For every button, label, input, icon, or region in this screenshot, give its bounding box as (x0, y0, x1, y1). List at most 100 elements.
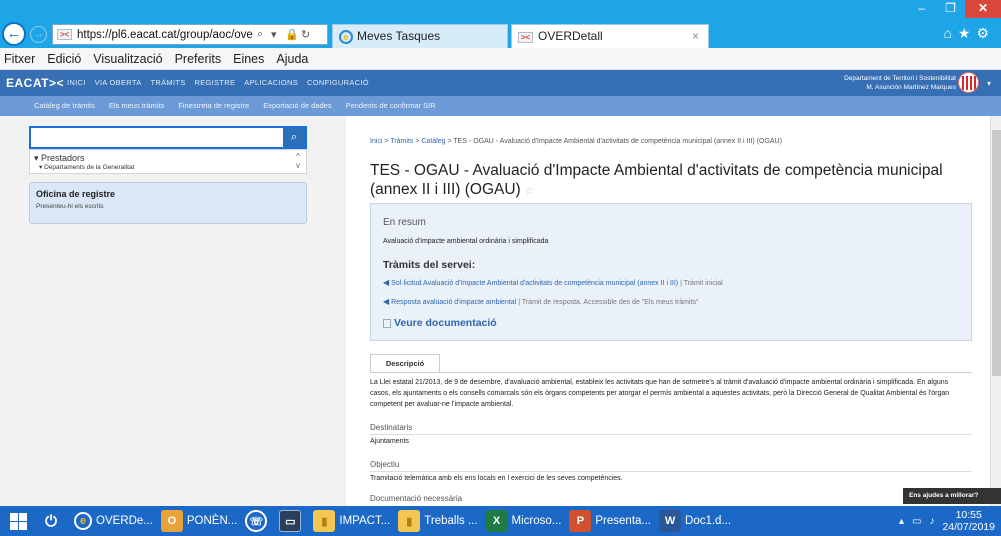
site-favicon: >< (518, 32, 533, 43)
forward-button[interactable]: → (30, 26, 47, 43)
dropdown-icon[interactable]: ▾ (271, 28, 277, 41)
clock[interactable]: 10:55 24/07/2019 (942, 509, 995, 533)
lock-icon[interactable]: 🔒 (285, 28, 299, 41)
menu-bar: Fitxer Edició Visualització Preferits Ei… (0, 48, 1001, 70)
taskbar-ponen[interactable]: O PONÈN... (157, 506, 241, 536)
power-icon: ⏻ (45, 512, 57, 530)
subnav-exportacio[interactable]: Exportació de dades (263, 101, 331, 110)
main-content: Inici > Tràmits > Catàleg > TES - OGAU -… (346, 116, 990, 510)
tab-descripcio[interactable]: Descripció (370, 354, 440, 372)
taskbar-power[interactable]: ⏻ (36, 506, 70, 536)
presentation-icon: O (160, 510, 183, 532)
eacat-logo[interactable]: EACAT>< (6, 76, 64, 90)
page-scrollbar[interactable] (990, 116, 1001, 510)
address-bar[interactable]: >< https://pl6.eacat.cat/group/aoc/ove ⌕… (52, 24, 328, 45)
taskbar-label: IMPACT... (339, 515, 391, 527)
subnav-finestreta[interactable]: Finestreta de registre (178, 101, 249, 110)
objectiu-label: Objectiu (370, 460, 400, 469)
word-icon: W (659, 510, 682, 532)
scrollbar-thumb[interactable] (992, 130, 1001, 376)
documentacio-label: Documentació necessària (370, 494, 463, 503)
prestadors-sub-item[interactable]: ▾ Departaments de la Generalitat (34, 163, 306, 173)
window-controls: – ❐ ✕ (907, 0, 1001, 18)
tab-label: OVERDetall (538, 29, 603, 43)
taskbar-label: PONÈN... (186, 515, 238, 527)
ie-icon: e (339, 29, 353, 44)
menu-edicio[interactable]: Edició (47, 48, 81, 69)
refresh-icon[interactable]: ↻ (301, 28, 310, 41)
taskbar-impact[interactable]: ▮ IMPACT... (309, 506, 394, 536)
menu-ajuda[interactable]: Ajuda (276, 48, 308, 69)
site-favicon: >< (57, 29, 72, 40)
taskbar-powerpoint[interactable]: P Presenta... (565, 506, 655, 536)
favorite-star-icon[interactable]: ☆ (525, 186, 534, 197)
site-nav: INICI VIA OBERTA TRÀMITS REGISTRE APLICA… (67, 78, 369, 87)
taskbar: ⏻ e OVERDe... O PONÈN... ☏ ▭ ▮ IMPACT... ▮ T… (0, 506, 1001, 536)
resum-box: En resum Avaluació d'impacte ambiental o… (370, 203, 972, 341)
tramit-sollicitud-link[interactable]: Sol·licitud Avaluació d'Impacte Ambienta… (391, 280, 678, 287)
search-icon[interactable]: ⌕ (257, 28, 263, 41)
taskbar-ie[interactable]: e OVERDe... (70, 506, 157, 536)
divider (370, 434, 972, 435)
crumb-tramits[interactable]: Tràmits (390, 138, 413, 145)
nav-registre[interactable]: REGISTRE (195, 78, 236, 87)
clock-date: 24/07/2019 (942, 521, 995, 533)
close-tab-icon[interactable]: × (692, 25, 699, 47)
taskbar-word[interactable]: W Doc1.d... (655, 506, 735, 536)
maximize-button[interactable]: ❐ (936, 0, 965, 18)
taskbar-excel[interactable]: X Microso... (482, 506, 566, 536)
tramit-sollicitud: ◀ Sol·licitud Avaluació d'Impacte Ambient… (383, 278, 723, 287)
windows-logo-icon (9, 512, 27, 530)
tramits-heading: Tràmits del servei: (383, 259, 476, 271)
network-icon[interactable]: ▭ (912, 516, 921, 527)
veure-documentacio[interactable]: Veure documentació (383, 317, 497, 329)
back-button[interactable]: ← (2, 22, 26, 46)
nav-inici[interactable]: INICI (67, 78, 86, 87)
feedback-toast[interactable]: Ens ajudes a millorar? (903, 488, 1001, 504)
tramit-sollicitud-note: | Tràmit inicial (680, 280, 723, 287)
tramit-resposta-note: | Tràmit de resposta. Accessible des de … (518, 299, 699, 306)
oficina-registre-box[interactable]: Oficina de registre Presenteu-hi els esc… (29, 182, 307, 224)
subnav-meus-tramits[interactable]: Els meus tràmits (109, 101, 164, 110)
prestadors-label: ▾ Prestadors (34, 153, 85, 163)
nav-configuracio[interactable]: CONFIGURACIÓ (307, 78, 369, 87)
tab-meves-tasques[interactable]: e Meves Tasques (332, 24, 508, 48)
taskbar-label: Treballs ... (424, 515, 478, 527)
subnav-cataleg[interactable]: Catàleg de tràmits (34, 101, 95, 110)
user-info[interactable]: Departament de Territori i Sostenibilita… (844, 74, 956, 92)
start-button[interactable] (0, 506, 36, 536)
menu-preferits[interactable]: Preferits (175, 48, 222, 69)
subnav-pendents-sir[interactable]: Pendents de confirmar SIR (346, 101, 436, 110)
veure-documentacio-link[interactable]: Veure documentació (394, 317, 497, 329)
sub-navigation: Catàleg de tràmits Els meus tràmits Fine… (0, 96, 1001, 116)
home-favorites-settings-icons[interactable]: ⌂★⚙ (943, 25, 995, 42)
minimize-button[interactable]: – (907, 0, 936, 18)
sidebar: ⌕ ▾ Prestadors ▾ Departaments de la Gene… (0, 116, 346, 510)
close-window-button[interactable]: ✕ (965, 0, 1001, 18)
search-input[interactable]: ⌕ (29, 126, 307, 149)
taskbar-treballs[interactable]: ▮ Treballs ... (394, 506, 481, 536)
crumb-cataleg[interactable]: Catàleg (421, 138, 445, 145)
powerpoint-icon: P (569, 510, 592, 532)
nav-via-oberta[interactable]: VIA OBERTA (95, 78, 142, 87)
chevron-up-icon[interactable]: ▴ (899, 516, 904, 527)
taskbar-label: OVERDe... (96, 515, 153, 527)
tramit-resposta-link[interactable]: Resposta avaluació d'impacte ambiental (391, 299, 516, 306)
scroll-arrows-icon[interactable]: ^ v (296, 152, 300, 170)
menu-eines[interactable]: Eines (233, 48, 264, 69)
prestadors-list[interactable]: ▾ Prestadors ▾ Departaments de la Genera… (29, 149, 307, 174)
search-button[interactable]: ⌕ (283, 128, 305, 147)
user-name: M. Asunción Martínez Marques (866, 84, 956, 91)
taskbar-phone[interactable]: ☏ (241, 506, 275, 536)
user-menu-chevron-icon[interactable]: ▾ (987, 79, 991, 88)
nav-aplicacions[interactable]: APLICACIONS (244, 78, 298, 87)
nav-tramits[interactable]: TRÀMITS (151, 78, 186, 87)
arrow-left-icon: ◀ (383, 278, 390, 287)
taskbar-window[interactable]: ▭ (275, 506, 309, 536)
system-tray: ▴ ▭ ♪ 10:55 24/07/2019 (899, 509, 1001, 533)
menu-fitxer[interactable]: Fitxer (4, 48, 35, 69)
menu-visualitzacio[interactable]: Visualització (93, 48, 162, 69)
crumb-inici[interactable]: Inici (370, 138, 382, 145)
tab-overdetall[interactable]: >< OVERDetall × (511, 24, 709, 48)
volume-icon[interactable]: ♪ (929, 516, 934, 527)
